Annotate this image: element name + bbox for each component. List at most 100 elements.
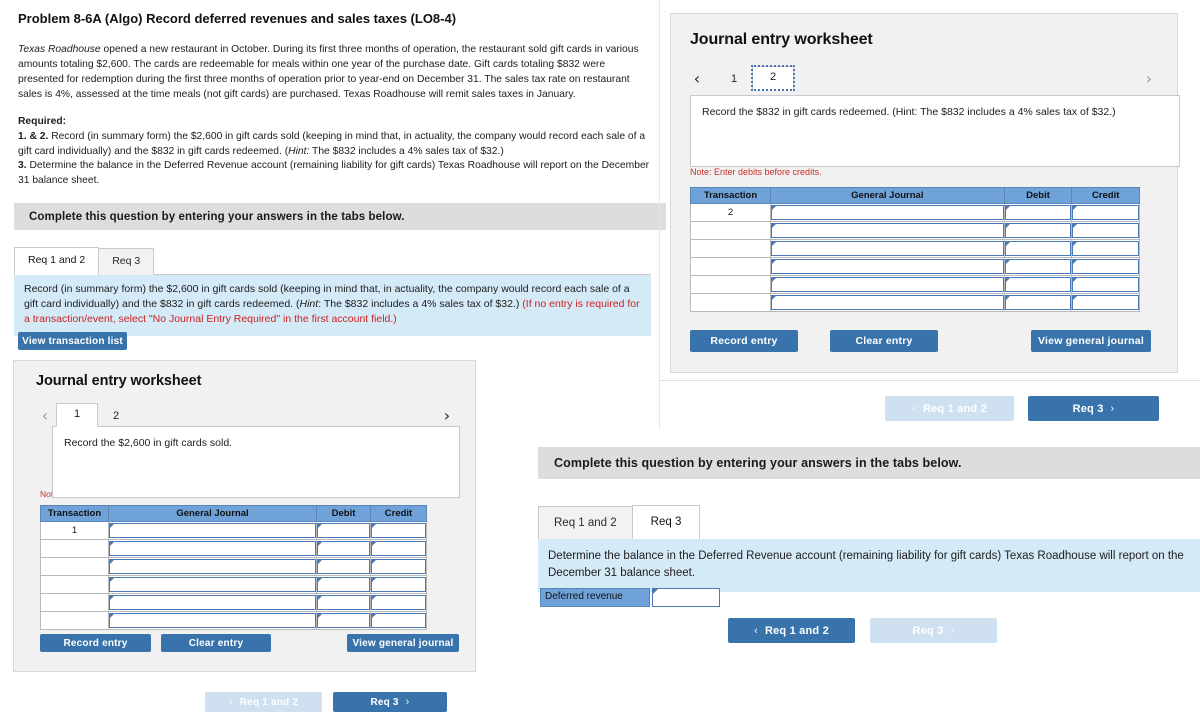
row-transaction-number	[690, 239, 771, 258]
row-debit-cell[interactable]	[316, 575, 371, 594]
credit-input-1[interactable]	[1072, 205, 1139, 220]
account-select-1[interactable]	[109, 523, 316, 538]
next-page-arrow-icon[interactable]: ›	[436, 405, 458, 427]
row-debit-cell[interactable]	[316, 593, 371, 612]
right-bottom-nav-next-req-3-button[interactable]: Req 3 ›	[870, 618, 997, 643]
row-account-cell[interactable]	[769, 239, 1005, 258]
row-credit-cell[interactable]	[1071, 203, 1140, 222]
debit-input-2[interactable]	[1004, 223, 1072, 238]
row-debit-cell[interactable]	[1003, 293, 1073, 312]
tab-req-3[interactable]: Req 3	[98, 248, 155, 275]
account-select-3[interactable]	[109, 559, 316, 574]
worksheet-page-1[interactable]: 1	[716, 69, 752, 90]
row-debit-cell[interactable]	[316, 611, 371, 630]
view-general-journal-button[interactable]: View general journal	[347, 634, 459, 652]
row-debit-cell[interactable]	[316, 557, 371, 576]
row-credit-cell[interactable]	[370, 539, 427, 558]
credit-input-4[interactable]	[371, 577, 426, 592]
account-select-1[interactable]	[770, 205, 1004, 220]
left-nav-prev-req-1-and-2-button[interactable]: ‹ Req 1 and 2	[205, 692, 322, 712]
credit-input-5[interactable]	[371, 595, 426, 610]
account-select-5[interactable]	[770, 277, 1004, 292]
right-top-nav-next-req-3-button[interactable]: Req 3 ›	[1028, 396, 1159, 421]
row-credit-cell[interactable]	[370, 557, 427, 576]
row-credit-cell[interactable]	[1071, 221, 1140, 240]
account-select-5[interactable]	[109, 595, 316, 610]
credit-input-2[interactable]	[371, 541, 426, 556]
record-entry-button[interactable]: Record entry	[690, 330, 798, 352]
right-bottom-nav-prev-req-1-and-2-button[interactable]: ‹ Req 1 and 2	[728, 618, 855, 643]
credit-input-4[interactable]	[1072, 259, 1139, 274]
row-credit-cell[interactable]	[1071, 275, 1140, 294]
prev-page-arrow-icon[interactable]: ‹	[34, 405, 56, 427]
debit-input-1[interactable]	[317, 523, 370, 538]
debit-input-2[interactable]	[317, 541, 370, 556]
debit-input-1[interactable]	[1004, 205, 1072, 220]
account-select-6[interactable]	[770, 295, 1004, 310]
debit-input-3[interactable]	[317, 559, 370, 574]
account-select-2[interactable]	[770, 223, 1004, 238]
row-credit-cell[interactable]	[1071, 293, 1140, 312]
row-credit-cell[interactable]	[370, 611, 427, 630]
row-account-cell[interactable]	[108, 611, 317, 630]
debit-input-4[interactable]	[317, 577, 370, 592]
row-debit-cell[interactable]	[316, 521, 371, 540]
view-general-journal-button[interactable]: View general journal	[1031, 330, 1151, 352]
row-debit-cell[interactable]	[316, 539, 371, 558]
left-instruction-panel: Record (in summary form) the $2,600 in g…	[14, 275, 651, 336]
credit-input-3[interactable]	[1072, 241, 1139, 256]
worksheet-page-2[interactable]: 2	[751, 64, 795, 92]
row-debit-cell[interactable]	[1003, 203, 1073, 222]
prev-page-arrow-icon[interactable]: ‹	[686, 68, 708, 90]
debit-input-5[interactable]	[317, 595, 370, 610]
debit-input-6[interactable]	[1004, 295, 1072, 310]
account-select-4[interactable]	[109, 577, 316, 592]
row-account-cell[interactable]	[108, 557, 317, 576]
row-credit-cell[interactable]	[1071, 257, 1140, 276]
row-credit-cell[interactable]	[370, 593, 427, 612]
row-debit-cell[interactable]	[1003, 275, 1073, 294]
view-transaction-list-button[interactable]: View transaction list	[18, 332, 127, 350]
row-account-cell[interactable]	[108, 521, 317, 540]
debit-input-5[interactable]	[1004, 277, 1072, 292]
record-entry-button[interactable]: Record entry	[40, 634, 151, 652]
deferred-revenue-input[interactable]	[652, 588, 720, 607]
clear-entry-button[interactable]: Clear entry	[161, 634, 271, 652]
row-debit-cell[interactable]	[1003, 221, 1073, 240]
row-account-cell[interactable]	[108, 593, 317, 612]
credit-input-6[interactable]	[371, 613, 426, 628]
row-account-cell[interactable]	[769, 293, 1005, 312]
row-account-cell[interactable]	[769, 275, 1005, 294]
row-account-cell[interactable]	[769, 221, 1005, 240]
row-account-cell[interactable]	[108, 575, 317, 594]
credit-input-1[interactable]	[371, 523, 426, 538]
row-credit-cell[interactable]	[1071, 239, 1140, 258]
worksheet-page-2[interactable]: 2	[98, 406, 134, 427]
next-page-arrow-icon[interactable]: ›	[1138, 68, 1160, 90]
debit-input-3[interactable]	[1004, 241, 1072, 256]
row-account-cell[interactable]	[769, 203, 1005, 222]
account-select-2[interactable]	[109, 541, 316, 556]
row-account-cell[interactable]	[108, 539, 317, 558]
right-top-nav-prev-req-1-and-2-button[interactable]: ‹ Req 1 and 2	[885, 396, 1014, 421]
tab-req-1-and-2[interactable]: Req 1 and 2	[14, 247, 100, 275]
account-select-3[interactable]	[770, 241, 1004, 256]
credit-input-3[interactable]	[371, 559, 426, 574]
worksheet-page-1[interactable]: 1	[56, 402, 98, 427]
debit-input-4[interactable]	[1004, 259, 1072, 274]
tab-req-1-and-2[interactable]: Req 1 and 2	[538, 506, 633, 540]
credit-input-5[interactable]	[1072, 277, 1139, 292]
clear-entry-button[interactable]: Clear entry	[830, 330, 938, 352]
account-select-4[interactable]	[770, 259, 1004, 274]
credit-input-2[interactable]	[1072, 223, 1139, 238]
row-credit-cell[interactable]	[370, 575, 427, 594]
row-credit-cell[interactable]	[370, 521, 427, 540]
row-debit-cell[interactable]	[1003, 257, 1073, 276]
left-nav-next-req-3-button[interactable]: Req 3 ›	[333, 692, 447, 712]
account-select-6[interactable]	[109, 613, 316, 628]
debit-input-6[interactable]	[317, 613, 370, 628]
tab-req-3[interactable]: Req 3	[631, 505, 701, 540]
credit-input-6[interactable]	[1072, 295, 1139, 310]
row-debit-cell[interactable]	[1003, 239, 1073, 258]
row-account-cell[interactable]	[769, 257, 1005, 276]
